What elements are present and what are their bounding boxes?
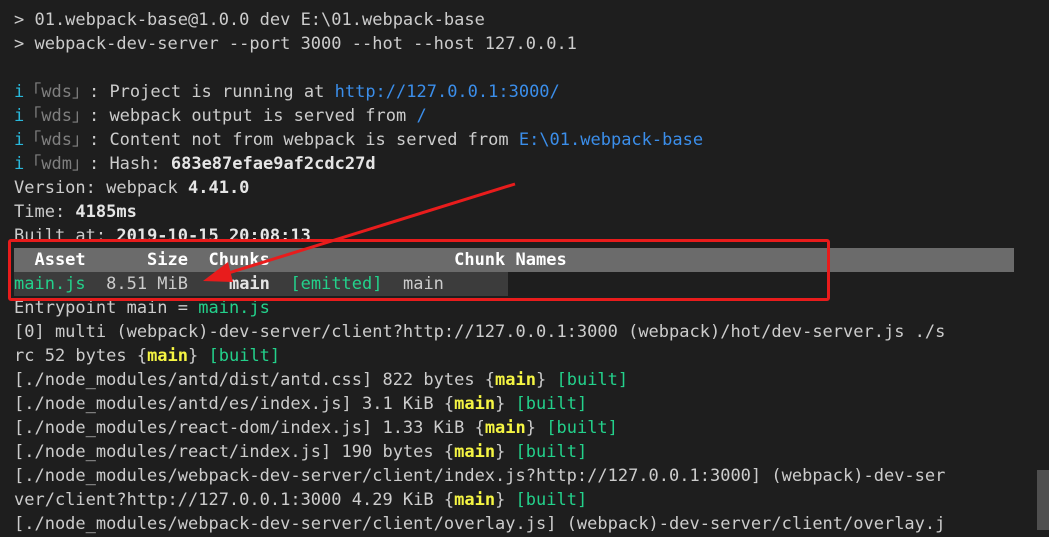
command-line-2: > webpack-dev-server --port 3000 --hot -… xyxy=(14,34,577,54)
module-line-wds-client-cont: ver/client?http://127.0.0.1:3000 4.29 Ki… xyxy=(14,488,1014,512)
module-text: } xyxy=(495,394,516,414)
module-text: } xyxy=(536,370,557,390)
entrypoint-value: main.js xyxy=(198,298,270,318)
time-line: Time: 4185ms xyxy=(14,200,1014,224)
module-line-antd-js: [./node_modules/antd/es/index.js] 3.1 Ki… xyxy=(14,392,1014,416)
wds-output-line: i「wds」: webpack output is served from / xyxy=(14,104,1014,128)
module-line-antd-css: [./node_modules/antd/dist/antd.css] 822 … xyxy=(14,368,1014,392)
built-badge: [built] xyxy=(515,442,588,462)
module-text: [./node_modules/antd/dist/antd.css] 822 … xyxy=(14,370,496,390)
built-badge: [built] xyxy=(208,346,281,366)
entrypoint-label: Entrypoint main = xyxy=(14,298,199,318)
wds-tag: 「wds」 xyxy=(24,82,89,102)
info-prefix: i xyxy=(14,154,25,174)
chunk-main: main xyxy=(454,442,496,462)
module-line-0-cont: rc 52 bytes {main} [built] xyxy=(14,344,1014,368)
wds-tag: 「wds」 xyxy=(24,106,89,126)
built-badge: [built] xyxy=(556,370,629,390)
chunk-main: main xyxy=(454,490,496,510)
module-line-0: [0] multi (webpack)-dev-server/client?ht… xyxy=(14,322,946,342)
wds-text: : Content not from webpack is served fro… xyxy=(88,130,519,150)
annotation-highlight-box xyxy=(8,239,830,301)
module-text: ver/client?http://127.0.0.1:3000 4.29 Ki… xyxy=(14,490,455,510)
module-text: } xyxy=(495,490,516,510)
chunk-main: main xyxy=(484,418,526,438)
chunk-main: main xyxy=(495,370,536,390)
info-prefix: i xyxy=(14,130,25,150)
project-url-link[interactable]: http://127.0.0.1:3000/ xyxy=(335,82,560,102)
info-prefix: i xyxy=(14,106,25,126)
module-text: [./node_modules/antd/es/index.js] 3.1 Ki… xyxy=(14,394,455,414)
wds-content-line: i「wds」: Content not from webpack is serv… xyxy=(14,128,1014,152)
hash-value: 683e87efae9af2cdc27d xyxy=(170,154,376,174)
hash-label: : Hash: xyxy=(88,154,171,174)
built-badge: [built] xyxy=(546,418,618,438)
module-line-react-dom: [./node_modules/react-dom/index.js] 1.33… xyxy=(14,416,1014,440)
chunk-main: main xyxy=(147,346,189,366)
version-line: Version: webpack 4.41.0 xyxy=(14,176,1014,200)
command-line-1: > 01.webpack-base@1.0.0 dev E:\01.webpac… xyxy=(14,10,485,30)
wds-text: : Project is running at xyxy=(88,82,335,102)
time-value: 4185ms xyxy=(75,202,137,222)
info-prefix: i xyxy=(14,82,25,102)
module-text: } xyxy=(188,346,209,366)
wds-tag: 「wds」 xyxy=(24,130,89,150)
version-value: 4.41.0 xyxy=(188,178,250,198)
module-line-overlay: [./node_modules/webpack-dev-server/clien… xyxy=(14,514,946,534)
module-text: [./node_modules/react-dom/index.js] 1.33… xyxy=(14,418,485,438)
module-text: } xyxy=(495,442,516,462)
module-text: } xyxy=(525,418,547,438)
content-path-link[interactable]: E:\01.webpack-base xyxy=(519,130,703,150)
wdm-hash-line: i「wdm」: Hash: 683e87efae9af2cdc27d xyxy=(14,152,1014,176)
output-path-link[interactable]: / xyxy=(416,106,426,126)
version-label: Version: webpack xyxy=(14,178,188,198)
module-text: [./node_modules/react/index.js] 190 byte… xyxy=(14,442,455,462)
module-text: rc 52 bytes { xyxy=(14,346,148,366)
vertical-scrollbar[interactable] xyxy=(1037,470,1049,530)
module-line-react: [./node_modules/react/index.js] 190 byte… xyxy=(14,440,1014,464)
time-label: Time: xyxy=(14,202,76,222)
built-badge: [built] xyxy=(515,394,588,414)
module-line-wds-client: [./node_modules/webpack-dev-server/clien… xyxy=(14,466,946,486)
wds-project-line: i「wds」: Project is running at http://127… xyxy=(14,80,1014,104)
chunk-main: main xyxy=(454,394,496,414)
wdm-tag: 「wdm」 xyxy=(24,154,89,174)
wds-text: : webpack output is served from xyxy=(88,106,417,126)
built-badge: [built] xyxy=(515,490,588,510)
